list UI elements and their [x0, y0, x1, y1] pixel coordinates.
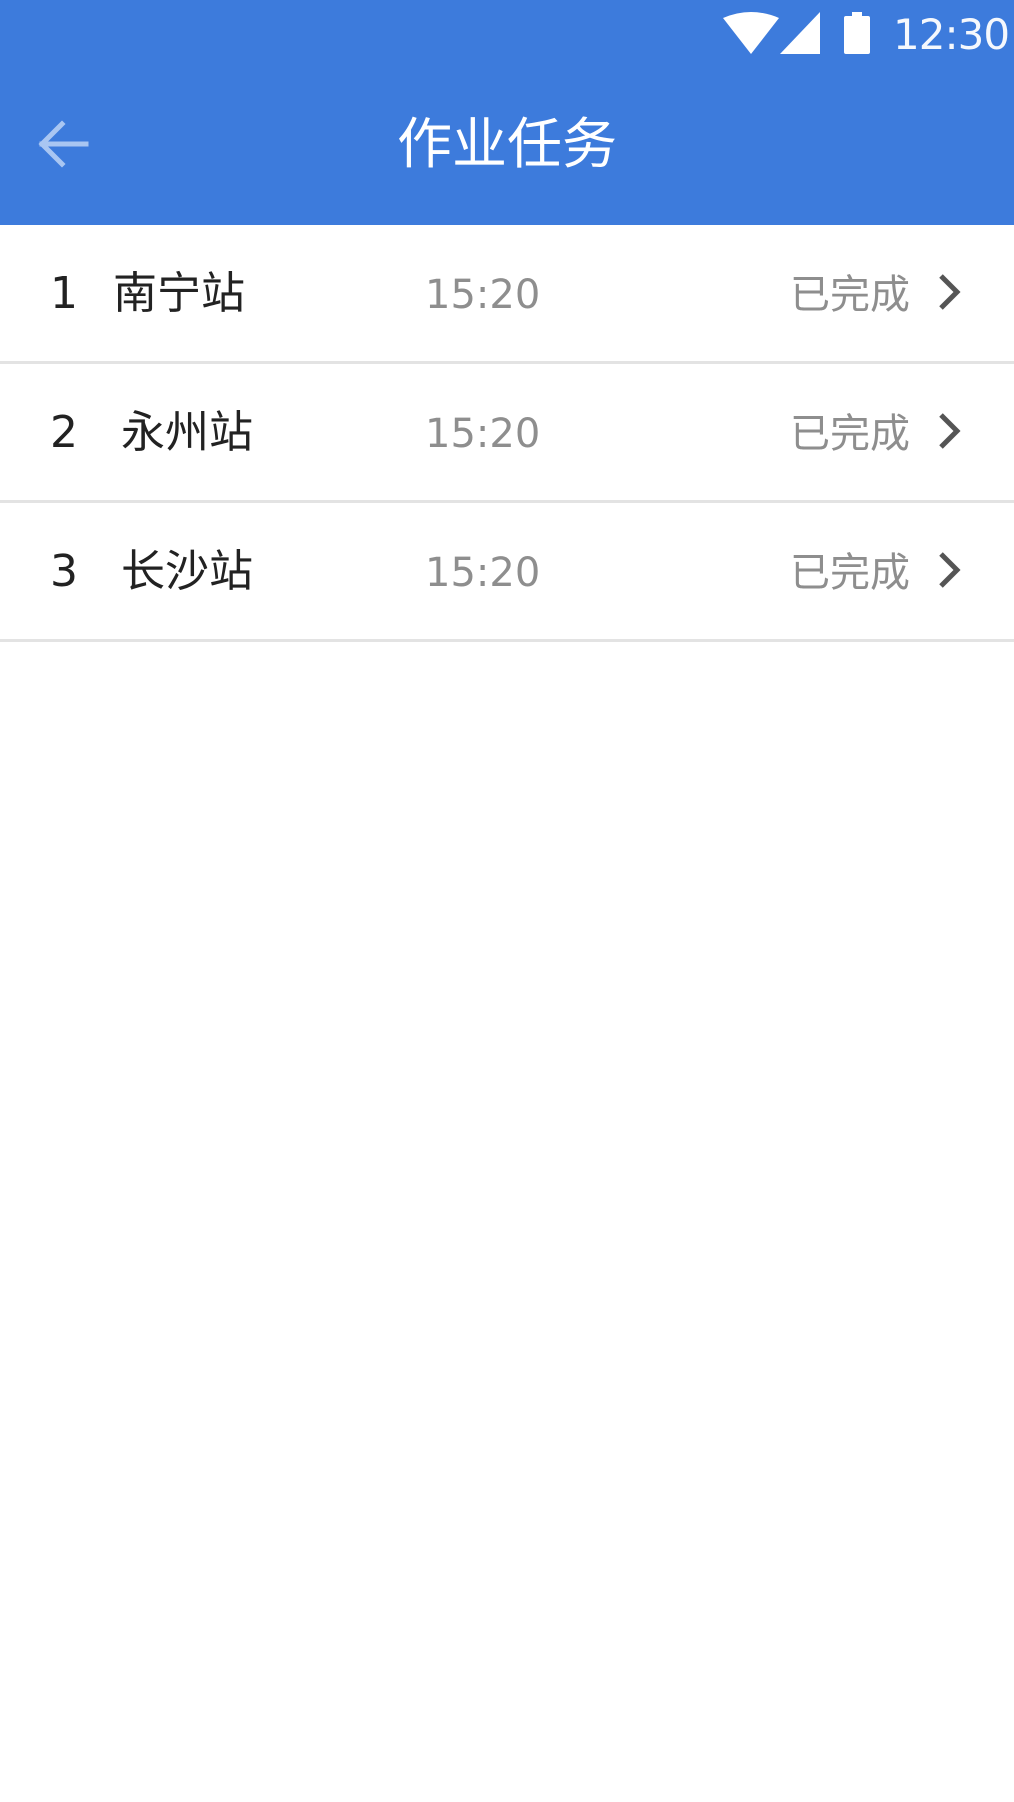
- status-label: 已完成: [790, 411, 910, 457]
- task-index: 3: [50, 546, 78, 597]
- station-name: 永州站: [121, 407, 253, 458]
- page-title: 作业任务: [396, 112, 617, 176]
- chevron-right-icon: [935, 550, 965, 590]
- task-index: 2: [50, 407, 78, 458]
- status-bar: 12:30: [0, 0, 1014, 70]
- list-item[interactable]: 2 永州站 15:20 已完成: [0, 364, 1014, 503]
- chevron-right-icon: [935, 272, 965, 312]
- screen: 12:30 作业任务 1 南宁站 15:20 已完成 2 永州站 15:20 已…: [0, 0, 1014, 1802]
- wifi-icon: [723, 12, 779, 58]
- status-time: 12:30: [893, 10, 1010, 59]
- status-label: 已完成: [790, 272, 910, 318]
- status-label: 已完成: [790, 550, 910, 596]
- list-item[interactable]: 1 南宁站 15:20 已完成: [0, 225, 1014, 364]
- task-time: 15:20: [425, 272, 541, 318]
- battery-icon: [844, 12, 870, 58]
- task-index: 1: [50, 268, 78, 319]
- station-name: 长沙站: [121, 546, 253, 597]
- app-bar: 作业任务: [0, 70, 1014, 225]
- task-time: 15:20: [425, 411, 541, 457]
- chevron-right-icon: [935, 411, 965, 451]
- task-list: 1 南宁站 15:20 已完成 2 永州站 15:20 已完成 3 长沙站 15…: [0, 225, 1014, 642]
- station-name: 南宁站: [113, 268, 245, 319]
- header: 12:30 作业任务: [0, 0, 1014, 225]
- cell-signal-icon: [780, 12, 820, 58]
- list-item[interactable]: 3 长沙站 15:20 已完成: [0, 503, 1014, 642]
- task-time: 15:20: [425, 550, 541, 596]
